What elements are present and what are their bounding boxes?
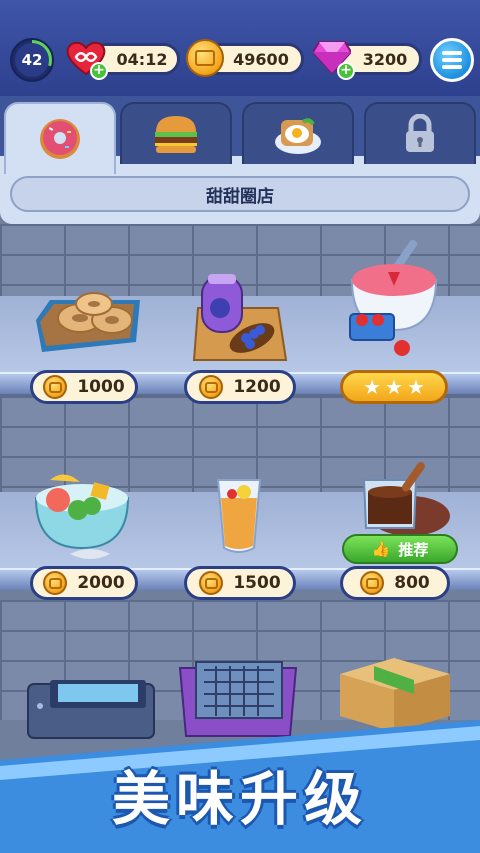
fried-egg-toast-icon [275,118,321,154]
menu-icon [442,51,462,55]
price-value: 1500 [233,573,281,593]
donut-icon [40,119,80,159]
juice-glass-item[interactable] [214,470,264,556]
tab-burger[interactable] [120,102,232,164]
chocolate-pudding-item[interactable] [350,456,454,540]
price-value: 800 [394,573,430,593]
price-chocolate-pudding[interactable]: 800 [340,566,450,600]
bagel-tray-item[interactable] [30,280,146,360]
lives-timer: 04:12 [116,49,168,69]
blueberry-jam-item[interactable] [190,268,290,366]
banner-title: 美味升级 [111,765,368,833]
gold-coin-icon [199,375,224,399]
coin-count: 49600 [233,49,289,69]
shop-title-text: 甜甜圈店 [206,186,274,207]
price-bagel[interactable]: 1000 [30,370,138,404]
level-number: 42 [15,43,49,77]
gold-coin-icon [360,571,385,595]
category-panel: 甜甜圈店 [0,96,480,224]
price-blueberry-jam[interactable]: 1200 [184,370,296,404]
gold-coin-icon [186,39,224,77]
tab-donut[interactable] [4,102,116,174]
star-icon: ★ [385,375,403,399]
menu-button[interactable] [430,38,474,82]
price-fruit-salad[interactable]: 2000 [30,566,138,600]
gem-count: 3200 [362,49,408,69]
shop-title: 甜甜圈店 [10,176,470,212]
stars-rating-button[interactable]: ★ ★ ★ [340,370,448,404]
price-juice-glass[interactable]: 1500 [184,566,296,600]
star-icon: ★ [363,375,382,399]
gold-coin-icon [43,375,68,399]
add-gems-button[interactable]: + [337,62,355,80]
tab-locked[interactable] [364,102,476,164]
price-value: 1000 [77,377,125,397]
recommend-badge: 👍 推荐 [342,534,458,564]
burger-icon [155,116,197,153]
lock-icon [406,114,434,152]
gold-coin-icon [43,571,68,595]
add-lives-button[interactable]: + [90,62,108,80]
recommend-label: 推荐 [398,540,429,559]
price-value: 2000 [77,573,125,593]
price-value: 1200 [233,377,281,397]
star-icon: ★ [406,375,425,399]
fruit-salad-item[interactable] [30,466,140,566]
tab-breakfast[interactable] [242,102,354,164]
strawberry-soup-item[interactable] [342,236,452,368]
level-indicator[interactable]: 42 [10,38,54,82]
thumbs-up-icon: 👍 [371,540,391,558]
top-hud: 42 04:12 + 49600 3200 + [0,0,480,104]
gold-coin-icon [199,571,224,595]
